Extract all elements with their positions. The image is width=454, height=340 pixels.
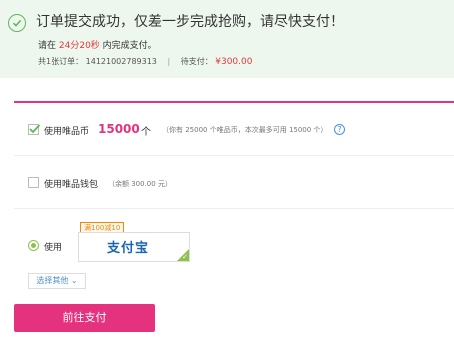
coins-section: 使用唯品币 15000 个 （你有 25000 个唯品币，本次最多可用 1500… <box>14 103 454 156</box>
wallet-label: 使用唯品钱包 <box>44 180 99 190</box>
alipay-logo: 支付宝 <box>107 241 150 256</box>
chevron-down-icon: ⌄ <box>70 276 78 285</box>
coins-hint: （你有 25000 个唯品币，本次最多可用 15000 个） <box>162 126 328 134</box>
banner-title: 订单提交成功，仅差一步完成抢购，请尽快支付！ <box>36 14 344 30</box>
coins-unit: 个 <box>141 127 151 138</box>
success-banner: 订单提交成功，仅差一步完成抢购，请尽快支付！ 请在 24分20秒 内完成支付。 … <box>0 0 454 78</box>
more-payment-button[interactable]: 选择其他 ⌄ <box>28 273 86 289</box>
pending-amount: ¥300.00 <box>215 57 253 67</box>
more-payment-label: 选择其他 <box>36 276 69 285</box>
payment-radio[interactable] <box>28 240 39 251</box>
order-id: 14121002789313 <box>85 57 157 66</box>
pending-label: 待支付： <box>180 57 213 66</box>
countdown-suffix: 内完成支付。 <box>102 41 157 51</box>
separator: | <box>167 57 171 66</box>
order-summary: 共1张订单： 14121002789313 | 待支付： ¥300.00 <box>38 56 252 67</box>
countdown-line: 请在 24分20秒 内完成支付。 <box>38 38 157 51</box>
check-circle-icon <box>8 14 26 32</box>
coins-checkbox[interactable] <box>28 124 41 135</box>
payment-section: 使用 满100减10 支付宝 ✓ 选择其他 ⌄ <box>14 209 454 297</box>
wallet-section: 使用唯品钱包 （余额 300.00 元） <box>14 156 454 209</box>
pay-button[interactable]: 前往支付 <box>14 304 155 332</box>
wallet-checkbox[interactable] <box>28 177 39 188</box>
countdown-timer: 24分20秒 <box>58 41 100 51</box>
selected-check-icon: ✓ <box>182 253 188 261</box>
alipay-option[interactable]: 支付宝 ✓ <box>78 232 190 262</box>
payment-label: 使用 <box>44 243 63 253</box>
countdown-prefix: 请在 <box>38 41 57 51</box>
help-icon[interactable]: ? <box>334 124 345 135</box>
checkmark-icon <box>29 124 41 134</box>
coins-label: 使用唯品币 <box>44 127 90 137</box>
wallet-hint: （余额 300.00 元） <box>108 180 172 188</box>
order-count-label: 共1张订单： <box>38 57 84 66</box>
coins-value[interactable]: 15000 <box>98 122 140 136</box>
